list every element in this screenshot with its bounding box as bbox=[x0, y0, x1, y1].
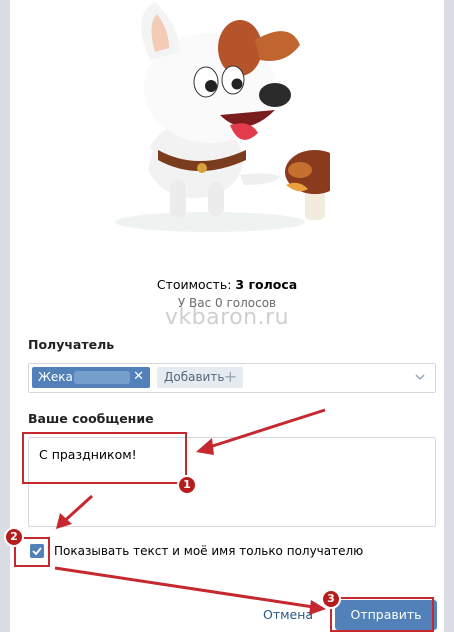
step-badge-1: 1 bbox=[177, 475, 197, 495]
step-badge-2: 2 bbox=[4, 527, 24, 547]
arrow-to-message bbox=[199, 408, 326, 452]
step-badge-3: 3 bbox=[321, 589, 341, 609]
arrow-to-send bbox=[54, 566, 321, 610]
arrowhead-message bbox=[196, 438, 214, 455]
annotation-arrows bbox=[54, 408, 326, 615]
